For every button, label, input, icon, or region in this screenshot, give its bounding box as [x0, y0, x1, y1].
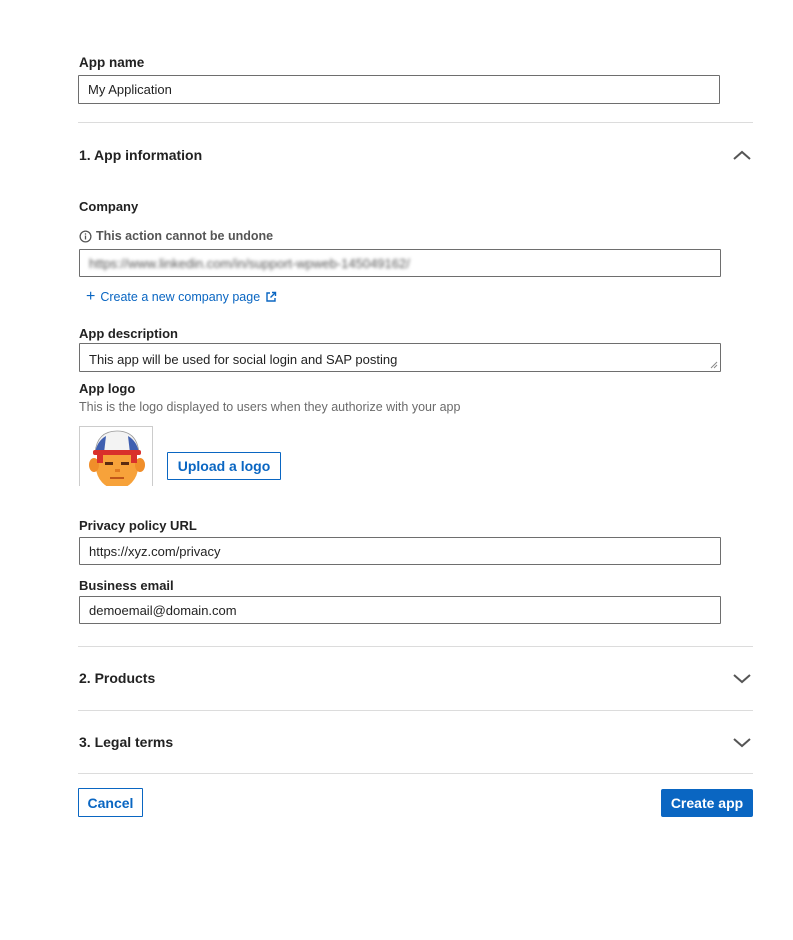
- company-input[interactable]: https://www.linkedin.com/in/support-wpwe…: [79, 249, 721, 277]
- company-notice: This action cannot be undone: [79, 229, 273, 243]
- app-logo-label: App logo: [79, 381, 136, 396]
- create-company-page-link[interactable]: + Create a new company page: [86, 288, 277, 305]
- section-legal-terms-title[interactable]: 3. Legal terms: [79, 734, 173, 750]
- app-logo-preview: [79, 426, 153, 486]
- chevron-up-icon[interactable]: [732, 149, 752, 161]
- company-value: https://www.linkedin.com/in/support-wpwe…: [89, 255, 410, 271]
- app-logo-hint: This is the logo displayed to users when…: [79, 400, 461, 414]
- info-circle-icon: [79, 229, 92, 243]
- resize-handle-icon[interactable]: [710, 361, 718, 369]
- divider: [78, 710, 753, 711]
- company-notice-text: This action cannot be undone: [96, 229, 274, 243]
- app-name-input[interactable]: My Application: [78, 75, 720, 104]
- external-link-icon: [266, 291, 277, 302]
- app-name-value: My Application: [88, 82, 172, 97]
- app-name-label: App name: [79, 55, 145, 70]
- chevron-down-icon[interactable]: [732, 736, 752, 748]
- avatar: [89, 430, 145, 486]
- privacy-policy-input[interactable]: https://xyz.com/privacy: [79, 537, 721, 565]
- privacy-policy-value: https://xyz.com/privacy: [89, 543, 221, 559]
- app-description-value: This app will be used for social login a…: [89, 352, 398, 367]
- upload-logo-button[interactable]: Upload a logo: [167, 452, 281, 480]
- create-company-page-label: Create a new company page: [100, 290, 261, 304]
- section-products-title[interactable]: 2. Products: [79, 670, 155, 686]
- create-app-button[interactable]: Create app: [661, 789, 753, 817]
- divider: [78, 646, 753, 647]
- chevron-down-icon[interactable]: [732, 672, 752, 684]
- business-email-label: Business email: [79, 578, 174, 593]
- divider: [78, 773, 753, 774]
- app-description-label: App description: [79, 326, 178, 341]
- privacy-policy-label: Privacy policy URL: [79, 518, 197, 533]
- divider: [78, 122, 753, 123]
- business-email-value: demoemail@domain.com: [89, 602, 237, 618]
- app-description-textarea[interactable]: This app will be used for social login a…: [79, 343, 721, 372]
- section-app-information-title: 1. App information: [79, 147, 203, 163]
- business-email-input[interactable]: demoemail@domain.com: [79, 596, 721, 624]
- company-label: Company: [79, 199, 139, 214]
- plus-icon: +: [86, 288, 96, 305]
- cancel-button[interactable]: Cancel: [78, 788, 143, 817]
